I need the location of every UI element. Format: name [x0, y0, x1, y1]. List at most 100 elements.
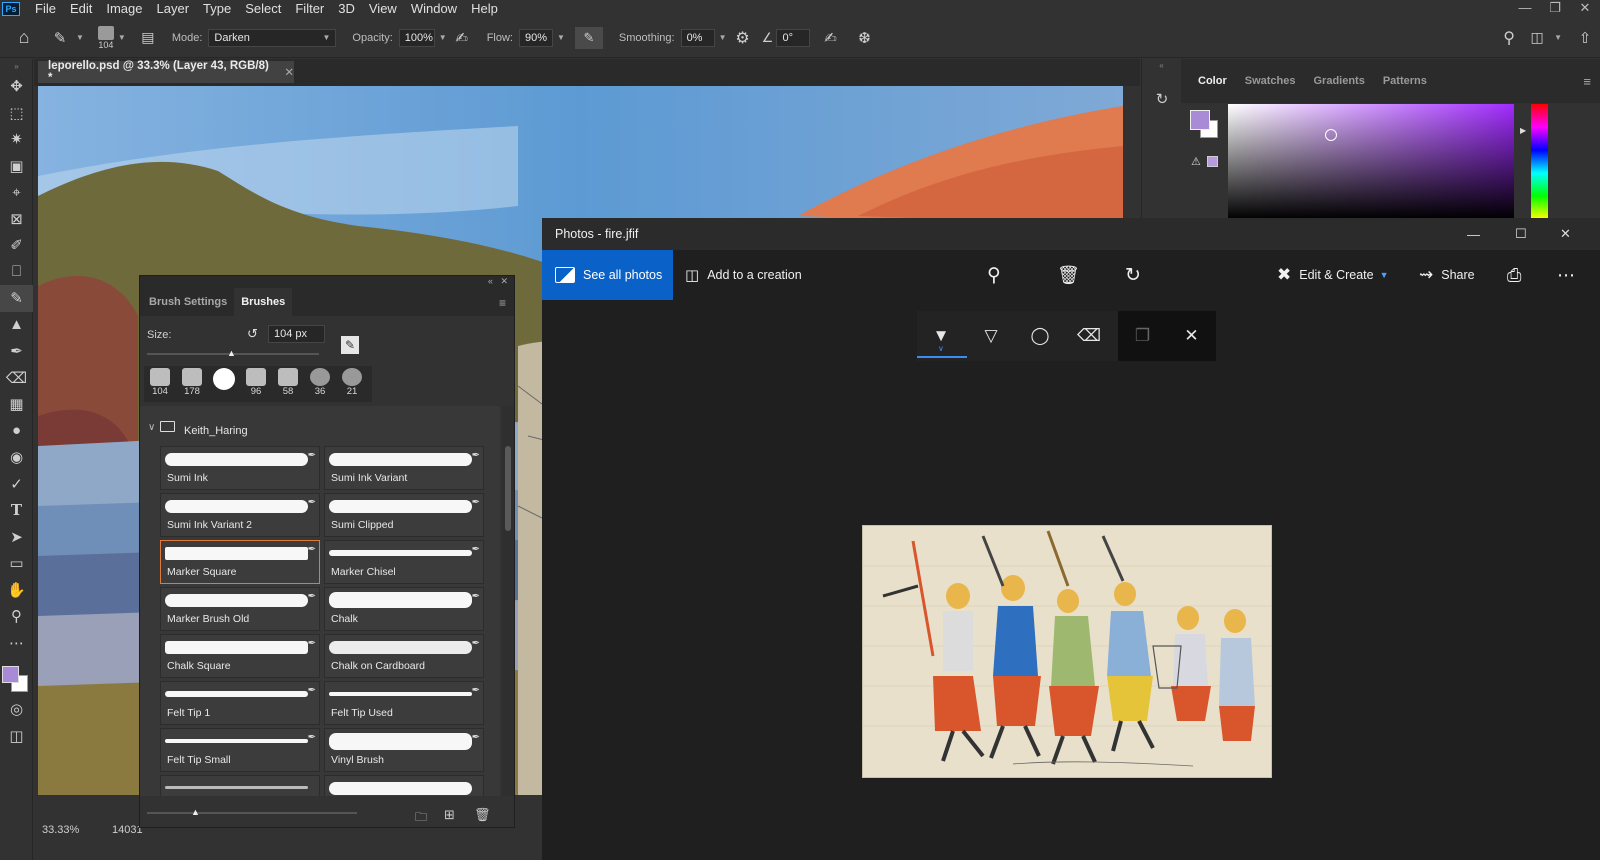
foreground-color-swatch[interactable]	[2, 666, 19, 683]
menu-3d[interactable]: 3D	[331, 1, 362, 16]
brush-item[interactable]: ✒ Sumi Ink Variant	[324, 446, 484, 490]
reset-size-icon[interactable]: ↺	[247, 326, 258, 342]
share-button[interactable]: ⇝ Share	[1419, 250, 1475, 300]
color-picker-handle[interactable]	[1325, 129, 1337, 141]
panel-menu-icon[interactable]: ≡	[491, 290, 514, 316]
menu-layer[interactable]: Layer	[150, 1, 197, 16]
brush-tool-icon[interactable]: ✎	[0, 285, 33, 312]
eraser-tool-icon[interactable]: ⌫	[0, 365, 33, 392]
close-drawing-icon[interactable]: ✕	[1167, 311, 1216, 361]
maximize-icon[interactable]: ☐	[1515, 218, 1527, 250]
panel-menu-icon[interactable]: ≡	[1574, 74, 1600, 89]
workspace-dropdown-icon[interactable]: ▼	[1554, 33, 1562, 42]
menu-select[interactable]: Select	[238, 1, 288, 16]
opacity-dropdown-icon[interactable]: ▼	[439, 33, 447, 42]
brush-item[interactable]: ✒ Felt Tip Used	[324, 681, 484, 725]
menu-help[interactable]: Help	[464, 1, 505, 16]
see-all-photos-button[interactable]: See all photos	[542, 250, 673, 300]
collapse-panels-icon[interactable]: «	[1142, 61, 1181, 70]
size-slider-thumb-icon[interactable]: ▲	[227, 348, 236, 358]
ballpoint-pen-icon[interactable]: ▼	[917, 311, 965, 361]
slider-thumb-icon[interactable]: ▲	[191, 807, 200, 817]
menu-type[interactable]: Type	[196, 1, 238, 16]
gradient-tool-icon[interactable]: ▦	[0, 391, 33, 418]
scrollbar-thumb[interactable]	[505, 446, 511, 531]
healing-brush-tool-icon[interactable]: ⎕	[0, 259, 33, 286]
brush-preset-picker[interactable]: 104	[97, 25, 114, 50]
brush-preset-dropdown-icon[interactable]: ▼	[118, 33, 126, 42]
path-select-tool-icon[interactable]: ➤	[0, 524, 33, 551]
workspace-icon[interactable]: ◫	[1524, 29, 1550, 46]
collapse-icon[interactable]: «	[488, 276, 493, 286]
rotate-icon[interactable]: ↻	[1125, 250, 1141, 300]
brush-item[interactable]: ✒ Felt Tip Small	[160, 728, 320, 772]
blur-tool-icon[interactable]: ●	[0, 418, 33, 445]
color-foreground-swatch[interactable]	[1190, 110, 1210, 130]
menu-window[interactable]: Window	[404, 1, 464, 16]
stamp-tool-icon[interactable]: ▲	[0, 312, 33, 339]
search-icon[interactable]: ⚲	[1494, 28, 1524, 48]
eyedropper-tool-icon[interactable]: ✐	[0, 232, 33, 259]
document-info[interactable]: 14031	[112, 824, 143, 836]
recent-brush-preset[interactable]: 178	[178, 366, 206, 398]
brush-item[interactable]: ✒ Sumi Ink	[160, 446, 320, 490]
close-icon[interactable]: ✕	[1560, 218, 1571, 250]
pencil-icon[interactable]: ▽	[967, 311, 1015, 361]
recent-brush-preset[interactable]: 58	[274, 366, 302, 398]
hue-slider[interactable]	[1531, 104, 1548, 219]
smoothing-input[interactable]: 0%	[680, 28, 715, 47]
size-input[interactable]: 104 px	[268, 325, 325, 343]
brush-item[interactable]: ✒ Chalk	[324, 587, 484, 631]
zoom-level[interactable]: 33.33%	[34, 824, 112, 836]
size-slider[interactable]: ▲	[147, 348, 319, 358]
brush-item[interactable]	[324, 775, 484, 796]
history-panel-icon[interactable]: ↻	[1142, 84, 1182, 114]
flow-dropdown-icon[interactable]: ▼	[557, 33, 565, 42]
collapse-icon[interactable]: »	[0, 59, 33, 73]
gamut-color-swatch[interactable]	[1207, 156, 1218, 167]
menu-filter[interactable]: Filter	[288, 1, 331, 16]
color-swatches[interactable]	[0, 656, 32, 696]
chevron-down-icon[interactable]: ∨	[148, 422, 155, 433]
more-tools-icon[interactable]: ⋯	[0, 630, 33, 657]
brush-folder-name[interactable]: Keith_Haring	[184, 425, 248, 437]
opacity-input[interactable]: 100%	[398, 28, 435, 47]
brush-item-selected[interactable]: ✒ Marker Square	[160, 540, 320, 584]
object-select-tool-icon[interactable]: ▣	[0, 153, 33, 180]
menu-file[interactable]: File	[28, 1, 63, 16]
recent-brush-preset[interactable]: 104	[146, 366, 174, 398]
airbrush-icon[interactable]: ✎	[574, 26, 603, 49]
recent-brush-preset[interactable]	[210, 366, 238, 398]
edit-create-button[interactable]: ✖ Edit & Create ▼	[1277, 250, 1389, 300]
brush-item[interactable]: ✒ Chalk on Cardboard	[324, 634, 484, 678]
screen-mode-icon[interactable]: ◫	[0, 723, 33, 750]
mode-select[interactable]: Darken ▼	[208, 28, 337, 47]
gear-icon[interactable]: ⚙	[726, 28, 758, 48]
document-tab[interactable]: leporello.psd @ 33.3% (Layer 43, RGB/8) …	[38, 60, 294, 84]
tab-color[interactable]: Color	[1189, 75, 1236, 87]
tab-brush-settings[interactable]: Brush Settings	[142, 288, 234, 316]
thumbnail-size-slider[interactable]: ▲	[147, 807, 357, 817]
brush-item[interactable]: ✒ Marker Chisel	[324, 540, 484, 584]
new-brush-icon[interactable]: ✎	[341, 336, 359, 354]
gamut-warning-icon[interactable]: ⚠	[1191, 155, 1201, 168]
color-field[interactable]	[1228, 104, 1514, 219]
delete-icon[interactable]: 🗑	[1057, 250, 1080, 300]
displayed-photo[interactable]	[862, 525, 1272, 778]
close-panel-icon[interactable]: ✕	[500, 276, 508, 286]
restore-icon[interactable]: ❐	[1540, 0, 1570, 16]
marquee-tool-icon[interactable]: ⬚	[0, 100, 33, 127]
tab-patterns[interactable]: Patterns	[1374, 75, 1436, 87]
pen-tool-icon[interactable]: ✓	[0, 471, 33, 498]
brush-item[interactable]: ✒ Sumi Clipped	[324, 493, 484, 537]
brush-item[interactable]	[160, 775, 320, 796]
rectangle-tool-icon[interactable]: ▭	[0, 550, 33, 577]
share-export-icon[interactable]: ⇧	[1570, 29, 1600, 47]
symmetry-icon[interactable]: ❆	[850, 29, 878, 47]
more-options-icon[interactable]: ⋯	[1557, 250, 1575, 300]
add-to-creation-button[interactable]: ◫ Add to a creation	[685, 250, 802, 300]
tool-preset-dropdown-icon[interactable]: ▼	[76, 33, 84, 42]
brush-item[interactable]: ✒ Felt Tip 1	[160, 681, 320, 725]
home-icon[interactable]: ⌂	[0, 27, 48, 48]
close-icon[interactable]: ✕	[1570, 0, 1600, 16]
